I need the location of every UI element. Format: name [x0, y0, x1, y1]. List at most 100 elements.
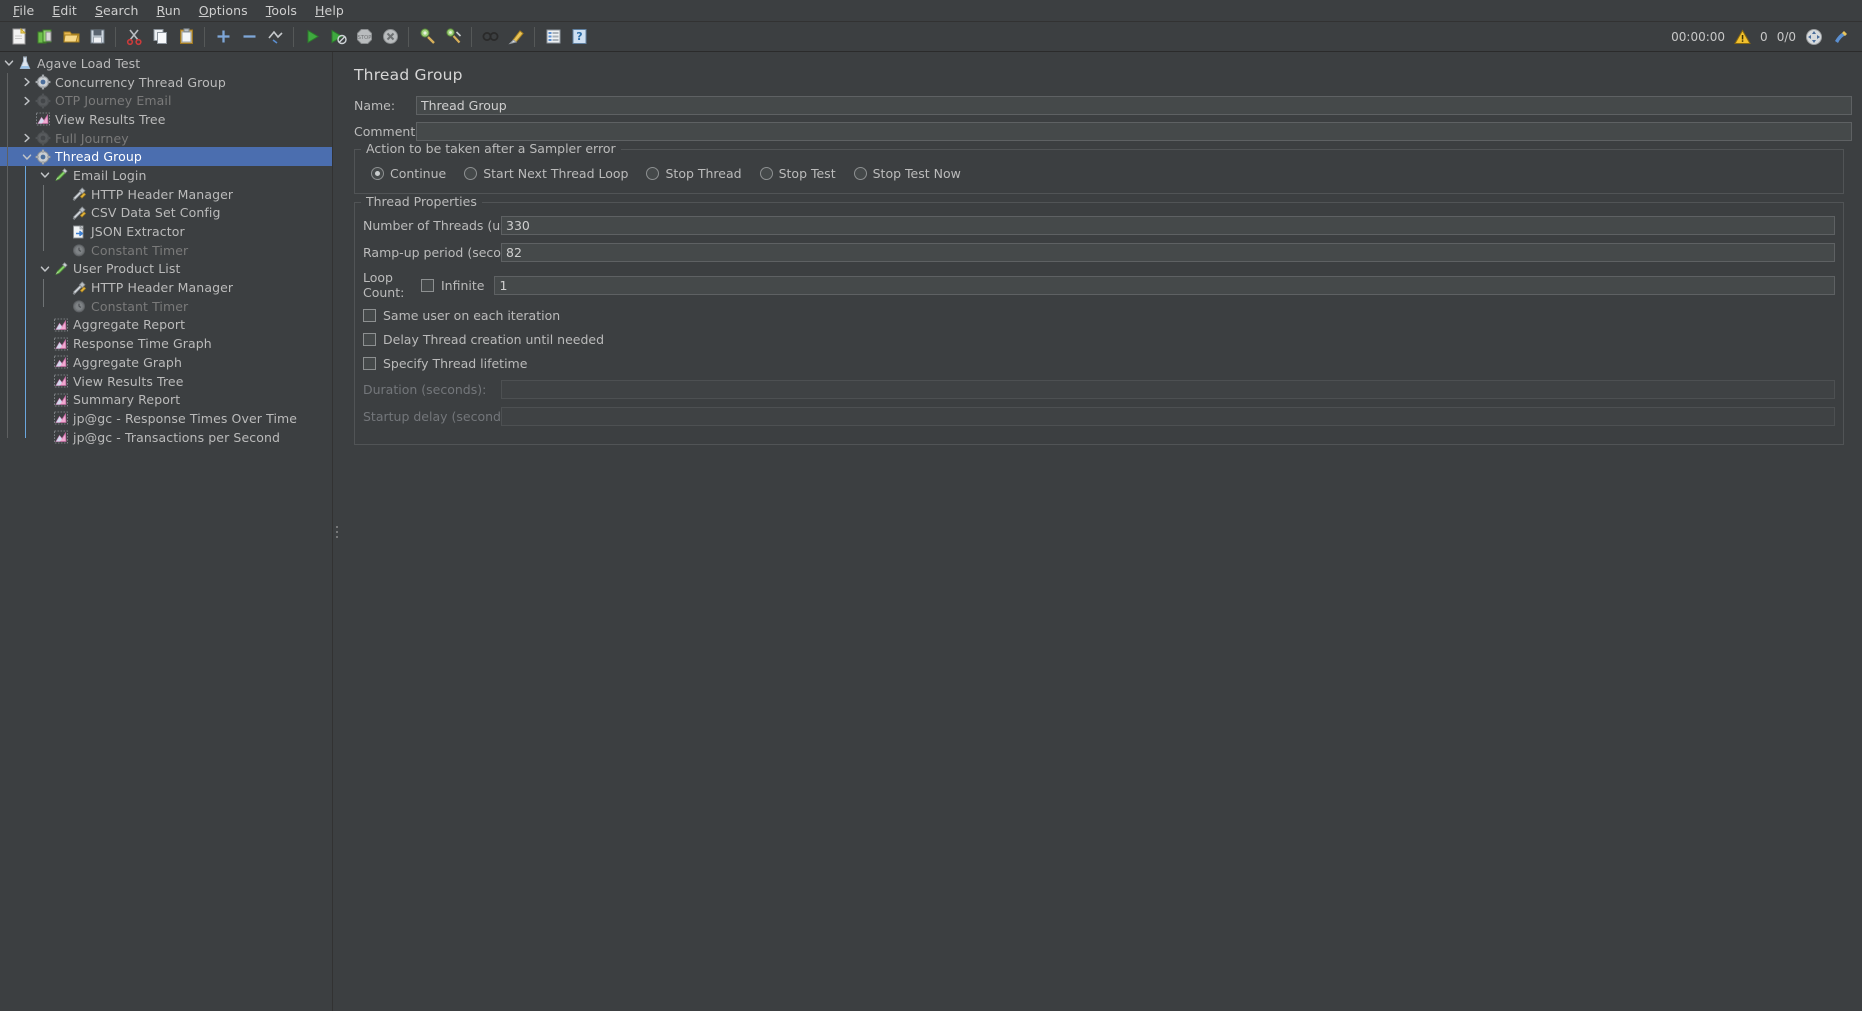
chevron-right-icon[interactable]	[20, 94, 34, 108]
tree-node-user-product-list[interactable]: User Product List	[0, 260, 332, 279]
function-helper-icon[interactable]	[540, 24, 566, 50]
tree-node-label: jp@gc - Transactions per Second	[73, 429, 281, 445]
cut-icon[interactable]	[121, 24, 147, 50]
tree-node-otp-journey-email[interactable]: OTP Journey Email	[0, 91, 332, 110]
specify-thread-lifetime-checkbox[interactable]: Specify Thread lifetime	[363, 356, 1835, 371]
menu-help[interactable]: Help	[306, 1, 353, 20]
tree-node-label: Constant Timer	[91, 242, 189, 258]
radio-button[interactable]	[759, 167, 773, 180]
specify-thread-lifetime-box[interactable]	[363, 357, 376, 370]
new-icon[interactable]	[6, 24, 32, 50]
panel-splitter[interactable]	[332, 52, 340, 1011]
loop-infinite-box[interactable]	[421, 278, 434, 292]
sampler-error-option-continue[interactable]: Continue	[371, 166, 446, 181]
toggle-icon[interactable]	[262, 24, 288, 50]
save-icon[interactable]	[84, 24, 110, 50]
help-icon[interactable]: ?	[566, 24, 592, 50]
tree-node-aggregate-report[interactable]: Aggregate Report	[0, 316, 332, 335]
tree-node-label: HTTP Header Manager	[91, 186, 234, 202]
menu-options[interactable]: Options	[190, 1, 257, 20]
start-no-timers-icon[interactable]	[325, 24, 351, 50]
clear-icon[interactable]	[414, 24, 440, 50]
tree-node-json-extractor[interactable]: JSON Extractor	[0, 222, 332, 241]
collapse-all-icon[interactable]	[236, 24, 262, 50]
page-title: Thread Group	[354, 66, 463, 84]
clear-all-icon[interactable]	[440, 24, 466, 50]
chevron-down-icon[interactable]	[38, 262, 52, 276]
tree-node-concurrency-thread-group[interactable]: Concurrency Thread Group	[0, 73, 332, 92]
radio-button[interactable]	[853, 167, 867, 180]
tree-node-jp-gc-transactions-per-second[interactable]: jp@gc - Transactions per Second	[0, 428, 332, 447]
status-area: 00:00:00 0 0/0	[1671, 28, 1856, 46]
chevron-down-icon[interactable]	[20, 150, 34, 164]
same-user-checkbox[interactable]: Same user on each iteration	[363, 308, 1835, 323]
paste-icon[interactable]	[173, 24, 199, 50]
warning-icon[interactable]	[1734, 28, 1751, 45]
tree-node-response-time-graph[interactable]: Response Time Graph	[0, 334, 332, 353]
radio-button[interactable]	[646, 167, 660, 180]
thread-group-icon	[34, 149, 51, 165]
sampler-error-option-stop-thread[interactable]: Stop Thread	[646, 166, 742, 181]
open-icon[interactable]	[58, 24, 84, 50]
templates-icon[interactable]	[32, 24, 58, 50]
tree-node-constant-timer[interactable]: Constant Timer	[0, 241, 332, 260]
duration-input	[501, 380, 1835, 399]
radio-label: Start Next Thread Loop	[483, 166, 629, 181]
tree-node-view-results-tree[interactable]: View Results Tree	[0, 110, 332, 129]
tree-node-csv-data-set-config[interactable]: CSV Data Set Config	[0, 204, 332, 223]
sampler-error-option-stop-test[interactable]: Stop Test	[759, 166, 836, 181]
copy-icon[interactable]	[147, 24, 173, 50]
menu-edit[interactable]: Edit	[43, 1, 86, 20]
expand-all-icon[interactable]	[210, 24, 236, 50]
chevron-down-icon[interactable]	[38, 168, 52, 182]
menu-search[interactable]: Search	[86, 1, 148, 20]
reset-search-icon[interactable]	[503, 24, 529, 50]
tree-node-thread-group[interactable]: Thread Group	[0, 147, 332, 167]
tree-node-http-header-manager[interactable]: HTTP Header Manager	[0, 185, 332, 204]
name-input[interactable]	[416, 96, 1852, 115]
jmeter-logo-icon	[1832, 28, 1850, 46]
delay-thread-creation-checkbox[interactable]: Delay Thread creation until needed	[363, 332, 1835, 347]
tree-node-agave-load-test[interactable]: Agave Load Test	[0, 54, 332, 73]
search-icon[interactable]	[477, 24, 503, 50]
sampler-error-option-start-next-thread-loop[interactable]: Start Next Thread Loop	[464, 166, 628, 181]
tree-node-constant-timer[interactable]: Constant Timer	[0, 297, 332, 316]
delay-thread-creation-box[interactable]	[363, 333, 376, 346]
loop-count-input[interactable]	[494, 275, 1835, 295]
tree-node-view-results-tree[interactable]: View Results Tree	[0, 372, 332, 391]
stop-icon[interactable]: STOP	[351, 24, 377, 50]
menu-tools[interactable]: Tools	[257, 1, 306, 20]
menu-file[interactable]: File	[4, 1, 43, 20]
ramp-up-input[interactable]	[501, 243, 1835, 262]
tree-guide-line	[25, 165, 26, 438]
config-icon	[70, 205, 87, 221]
number-of-threads-input[interactable]	[501, 216, 1835, 235]
tree-node-summary-report[interactable]: Summary Report	[0, 390, 332, 409]
chevron-right-icon[interactable]	[20, 131, 34, 145]
tree-node-jp-gc-response-times-over-time[interactable]: jp@gc - Response Times Over Time	[0, 409, 332, 428]
tree-node-http-header-manager[interactable]: HTTP Header Manager	[0, 278, 332, 297]
loop-infinite-checkbox[interactable]: Infinite	[421, 278, 484, 293]
splitter-grip[interactable]	[335, 525, 338, 538]
tree-node-full-journey[interactable]: Full Journey	[0, 129, 332, 148]
radio-button[interactable]	[371, 167, 384, 180]
sampler-error-radio-group[interactable]: Continue Start Next Thread Loop Stop Threa…	[363, 163, 1835, 183]
comments-input[interactable]	[416, 122, 1852, 141]
name-label: Name:	[354, 98, 396, 113]
start-icon[interactable]	[299, 24, 325, 50]
menu-run[interactable]: Run	[148, 1, 190, 20]
thread-group-icon	[34, 130, 51, 146]
test-plan-tree-panel[interactable]: Agave Load Test Concurrency Thread Group O…	[0, 52, 332, 1011]
thread-properties-group: Thread Properties Number of Threads (use…	[354, 194, 1844, 445]
chevron-right-icon[interactable]	[20, 75, 34, 89]
tree-node-aggregate-graph[interactable]: Aggregate Graph	[0, 353, 332, 372]
chevron-down-icon[interactable]	[2, 56, 16, 70]
sampler-error-option-stop-test-now[interactable]: Stop Test Now	[853, 166, 961, 181]
shutdown-icon[interactable]	[377, 24, 403, 50]
same-user-box[interactable]	[363, 309, 376, 322]
test-plan-tree[interactable]: Agave Load Test Concurrency Thread Group O…	[0, 54, 332, 446]
radio-button[interactable]	[464, 167, 478, 180]
tree-node-email-login[interactable]: Email Login	[0, 166, 332, 185]
